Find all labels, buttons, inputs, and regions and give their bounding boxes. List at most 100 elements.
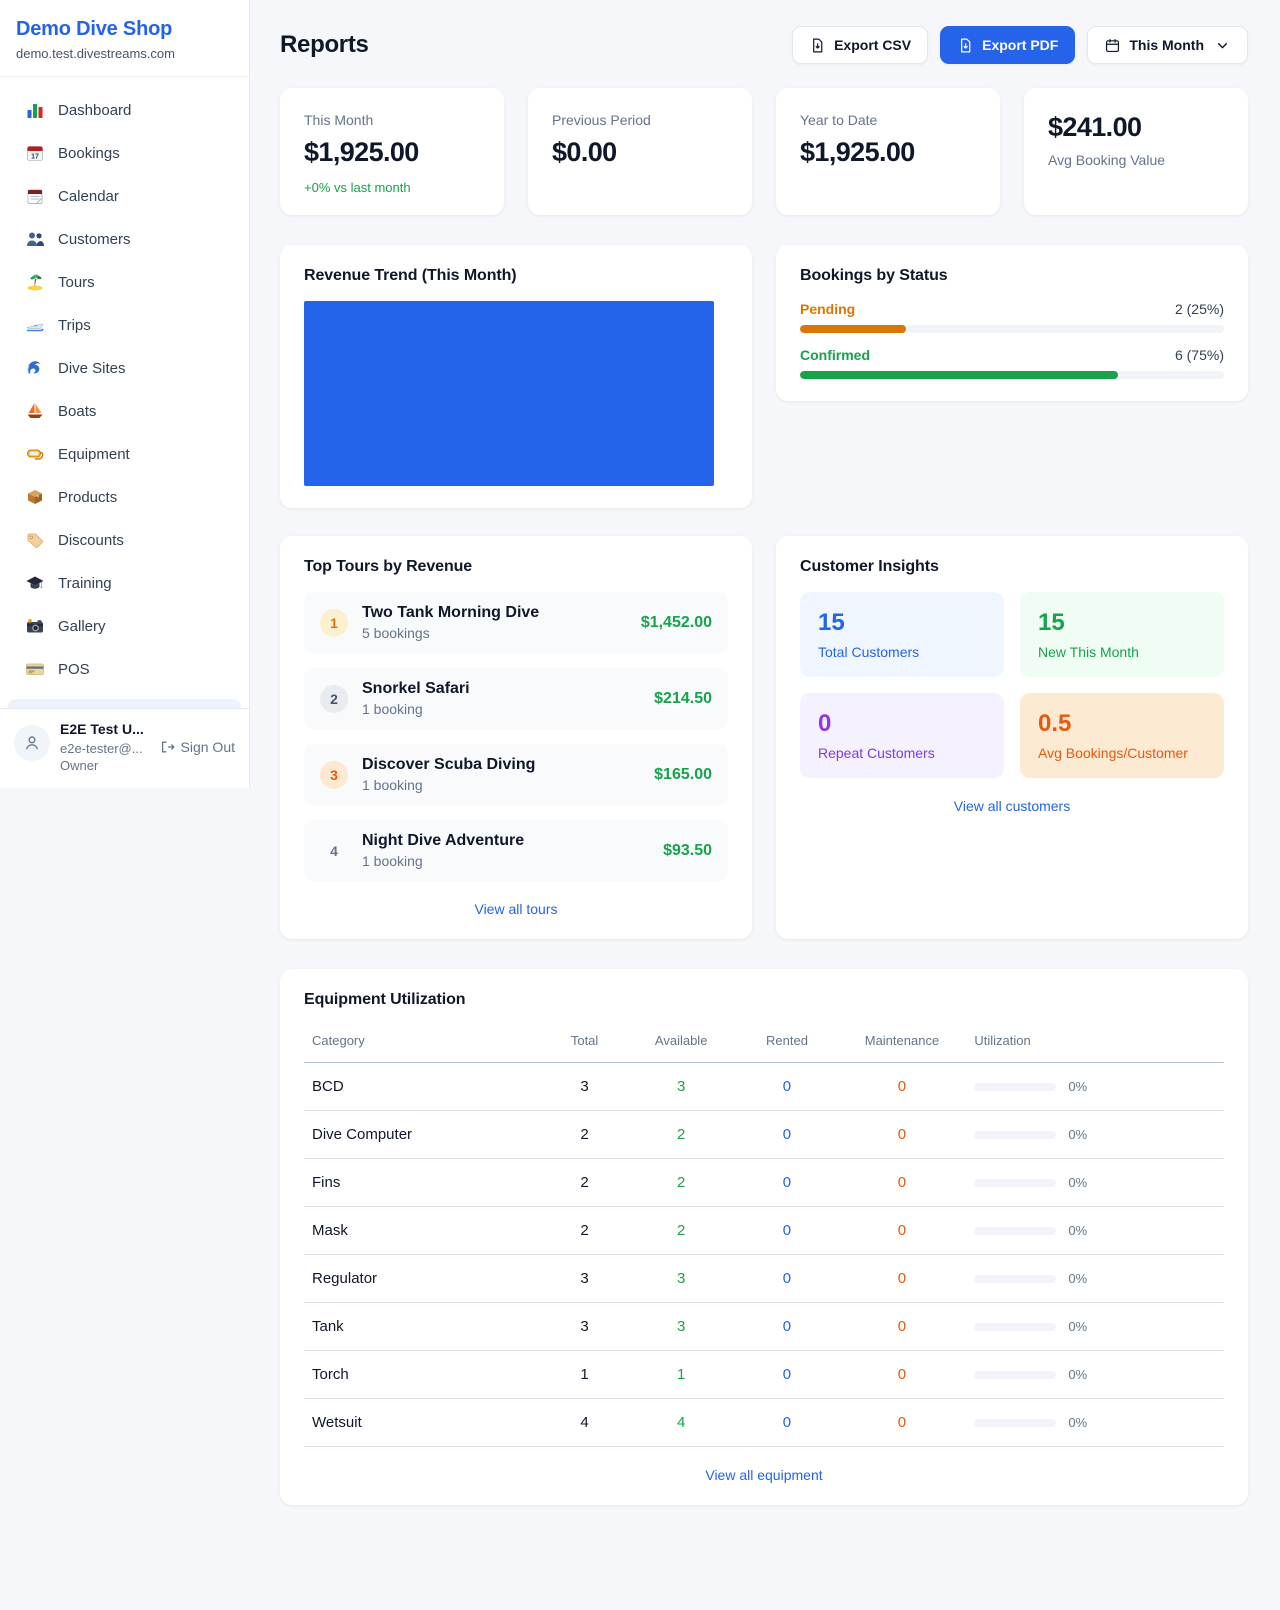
sidebar-item-customers[interactable]: Customers [8,220,241,258]
period-label: This Month [1129,37,1204,53]
cell-rented: 0 [736,1207,837,1255]
cell-utilization: 0% [966,1351,1224,1399]
cell-utilization: 0% [966,1303,1224,1351]
sidebar-item-label: Boats [58,403,96,420]
shop-name: Demo Dive Shop [16,18,233,41]
revenue-trend-card: Revenue Trend (This Month) [280,245,752,508]
sidebar-item-dive-sites[interactable]: Dive Sites [8,349,241,387]
status-label: Pending [800,301,855,317]
stat-value: $241.00 [1048,112,1224,143]
sidebar-item-discounts[interactable]: Discounts [8,521,241,559]
cell-utilization: 0% [966,1399,1224,1447]
cell-maintenance: 0 [838,1207,967,1255]
page-header: Reports Export CSV Export PDF This Month [280,26,1248,64]
sidebar-item-reports-partial[interactable] [8,699,241,708]
utilization-bar [974,1131,1056,1139]
stat-label: Avg Booking Value [1048,152,1224,168]
table-row: Tank 3 3 0 0 0% [304,1303,1224,1351]
sidebar-item-label: Customers [58,231,131,248]
bar-chart-icon [25,100,45,120]
desert-island-icon [25,272,45,292]
file-download-icon [957,37,974,54]
sidebar-item-label: POS [58,661,90,678]
cell-rented: 0 [736,1303,837,1351]
sidebar-item-dashboard[interactable]: Dashboard [8,91,241,129]
sidebar-item-calendar[interactable]: Calendar [8,177,241,215]
status-bar-fill [800,325,906,333]
cell-total: 2 [543,1207,626,1255]
customer-insights-card: Customer Insights 15 Total Customers 15 … [776,536,1248,939]
table-row: Regulator 3 3 0 0 0% [304,1255,1224,1303]
sidebar-item-label: Training [58,575,112,592]
sign-out-button[interactable]: Sign Out [159,739,235,755]
cell-category: Fins [304,1159,543,1207]
cell-category: Mask [304,1207,543,1255]
cell-category: Tank [304,1303,543,1351]
sidebar-item-products[interactable]: Products [8,478,241,516]
view-all-equipment-link[interactable]: View all equipment [304,1467,1224,1483]
charts-row: Revenue Trend (This Month) Bookings by S… [280,245,1248,508]
cell-rented: 0 [736,1111,837,1159]
utilization-bar [974,1275,1056,1283]
cell-maintenance: 0 [838,1303,967,1351]
status-bar-track [800,325,1224,333]
sign-out-label: Sign Out [181,739,235,755]
status-count: 6 (75%) [1175,347,1224,363]
sidebar-item-pos[interactable]: POS [8,650,241,688]
export-csv-button[interactable]: Export CSV [792,26,928,64]
stat-label: This Month [304,112,480,128]
sidebar-nav: Dashboard 17 Bookings Calendar Customers… [0,77,249,708]
table-row: BCD 3 3 0 0 0% [304,1063,1224,1111]
tour-name: Night Dive Adventure [362,832,524,850]
sidebar-item-equipment[interactable]: Equipment [8,435,241,473]
bookings-by-status-title: Bookings by Status [800,267,1224,285]
chevron-down-icon [1214,37,1231,54]
stat-value: $1,925.00 [304,137,480,168]
table-header-row: Category Total Available Rented Maintena… [304,1025,1224,1063]
rank-badge: 2 [320,685,348,713]
sidebar-item-training[interactable]: Training [8,564,241,602]
tour-name: Snorkel Safari [362,680,470,698]
export-pdf-button[interactable]: Export PDF [940,26,1075,64]
cell-category: Wetsuit [304,1399,543,1447]
utilization-bar [974,1419,1056,1427]
sidebar-item-tours[interactable]: Tours [8,263,241,301]
table-row: Mask 2 2 0 0 0% [304,1207,1224,1255]
period-dropdown[interactable]: This Month [1087,26,1248,64]
tour-revenue: $1,452.00 [641,614,712,632]
insights-row: Top Tours by Revenue 1 Two Tank Morning … [280,536,1248,939]
sidebar-item-gallery[interactable]: Gallery [8,607,241,645]
cell-maintenance: 0 [838,1159,967,1207]
table-row: Torch 1 1 0 0 0% [304,1351,1224,1399]
sidebar-item-label: Discounts [58,532,124,549]
bookings-by-status-card: Bookings by Status Pending 2 (25%) Confi… [776,245,1248,401]
sidebar-item-trips[interactable]: Trips [8,306,241,344]
revenue-trend-title: Revenue Trend (This Month) [304,267,728,285]
cell-rented: 0 [736,1063,837,1111]
tour-revenue: $214.50 [654,690,712,708]
cell-total: 2 [543,1159,626,1207]
view-all-customers-link[interactable]: View all customers [800,798,1224,814]
user-footer: E2E Test U... e2e-tester@... Owner Sign … [0,708,249,788]
insight-label: Total Customers [818,644,986,660]
table-row: Dive Computer 2 2 0 0 0% [304,1111,1224,1159]
revenue-trend-chart [304,301,714,486]
stat-value: $0.00 [552,137,728,168]
wave-icon [25,358,45,378]
cell-maintenance: 0 [838,1351,967,1399]
tour-list-item: 1 Two Tank Morning Dive 5 bookings $1,45… [304,592,728,653]
cell-category: BCD [304,1063,543,1111]
column-header-total: Total [543,1025,626,1063]
view-all-tours-link[interactable]: View all tours [304,901,728,917]
main-content: Reports Export CSV Export PDF This Month… [250,0,1280,1545]
cell-available: 2 [626,1111,736,1159]
equipment-utilization-title: Equipment Utilization [304,991,1224,1009]
cell-rented: 0 [736,1255,837,1303]
cell-maintenance: 0 [838,1111,967,1159]
avatar [14,725,50,761]
insight-value: 15 [1038,609,1206,637]
sidebar-item-boats[interactable]: Boats [8,392,241,430]
status-row-confirmed: Confirmed 6 (75%) [800,347,1224,379]
tour-list-item: 2 Snorkel Safari 1 booking $214.50 [304,668,728,729]
sidebar-item-bookings[interactable]: 17 Bookings [8,134,241,172]
